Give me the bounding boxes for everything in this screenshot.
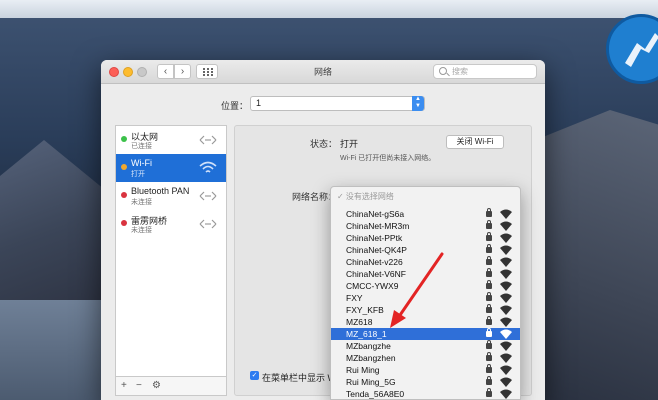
sidebar-item-thunderbolt-bridge[interactable]: 雷雳网桥 未连接	[116, 210, 226, 238]
wifi-signal-icon	[500, 389, 512, 399]
lock-icon	[486, 304, 492, 313]
updown-arrows-icon: ▲ ▼	[412, 96, 424, 111]
wifi-signal-icon	[500, 293, 512, 303]
network-name: MZbangzhe	[346, 341, 391, 351]
lock-icon	[486, 376, 492, 385]
network-item[interactable]: MZbangzhe	[331, 340, 520, 352]
lock-icon	[486, 280, 492, 289]
network-item[interactable]: ChinaNet-PPtk	[331, 232, 520, 244]
network-name: ChinaNet-PPtk	[346, 233, 403, 243]
wifi-signal-icon	[500, 317, 512, 327]
thunderbolt-bridge-icon	[199, 219, 217, 229]
lock-icon	[486, 292, 492, 301]
sidebar-item-bluetooth-pan[interactable]: Bluetooth PAN 未连接	[116, 182, 226, 210]
lock-icon	[486, 316, 492, 325]
network-name: Rui Ming_5G	[346, 377, 396, 387]
network-item[interactable]: Rui Ming	[331, 364, 520, 376]
lock-icon	[486, 340, 492, 349]
bluetooth-pan-icon	[199, 191, 217, 201]
network-item[interactable]: ChinaNet-gS6a	[331, 208, 520, 220]
lock-icon	[486, 268, 492, 277]
network-name: MZbangzhen	[346, 353, 396, 363]
wifi-signal-icon	[500, 257, 512, 267]
service-status: 打开	[131, 171, 145, 178]
show-in-menubar-checkbox[interactable]: ✓	[250, 371, 259, 380]
location-select[interactable]: 1 ▲ ▼	[250, 96, 425, 111]
search-input[interactable]: 搜索	[433, 64, 537, 79]
network-item[interactable]: Rui Ming_5G	[331, 376, 520, 388]
service-status: 已连接	[131, 143, 152, 150]
lock-icon	[486, 364, 492, 373]
lock-icon	[486, 256, 492, 265]
wifi-signal-icon	[500, 341, 512, 351]
network-item[interactable]: MZbangzhen	[331, 352, 520, 364]
desktop-wallpaper-right	[538, 110, 658, 400]
wifi-signal-icon	[500, 233, 512, 243]
network-name: Tenda_56A8E0	[346, 389, 405, 399]
network-name: Rui Ming	[346, 365, 380, 375]
search-icon	[439, 67, 447, 75]
status-dot-icon	[121, 164, 127, 170]
status-dot-icon	[121, 192, 127, 198]
lock-icon	[486, 220, 492, 229]
show-in-menubar-label: 在菜单栏中显示 W	[262, 373, 336, 383]
gear-icon[interactable]: ⚙	[152, 380, 161, 392]
wifi-signal-icon	[500, 365, 512, 375]
status-dot-icon	[121, 136, 127, 142]
wifi-description: Wi-Fi 已打开但尚未接入网络。	[340, 155, 436, 162]
sidebar-item-wifi[interactable]: Wi-Fi 打开	[116, 154, 226, 182]
add-service-button[interactable]: +	[121, 380, 127, 392]
service-list-footer: + − ⚙	[115, 376, 227, 396]
lock-icon	[486, 388, 492, 397]
service-status: 未连接	[131, 227, 152, 234]
wifi-signal-icon	[500, 221, 512, 231]
wifi-signal-icon	[500, 209, 512, 219]
wifi-signal-icon	[500, 269, 512, 279]
network-name: MZ618	[346, 317, 373, 327]
location-value: 1	[256, 98, 262, 108]
status-label: 状态：	[310, 139, 338, 149]
lock-icon	[486, 352, 492, 361]
watermark-logo	[606, 14, 658, 84]
wifi-signal-icon	[500, 305, 512, 315]
service-list: 以太网 已连接 Wi-Fi 打开 Bluetooth PAN 未连接 雷雳网桥 …	[115, 125, 227, 396]
network-name: FXY	[346, 293, 363, 303]
lock-icon	[486, 232, 492, 241]
search-placeholder: 搜索	[452, 67, 468, 76]
service-name: Bluetooth PAN	[131, 186, 190, 196]
titlebar: ‹ › 网络 搜索	[101, 60, 545, 84]
ethernet-icon	[199, 135, 217, 145]
lock-icon	[486, 244, 492, 253]
desktop-top-bar	[0, 0, 658, 18]
annotation-arrow	[390, 252, 444, 328]
no-network-selected-item[interactable]: ✓ 没有选择网络	[337, 191, 394, 202]
status-value: 打开	[340, 139, 359, 149]
network-name: ChinaNet-MR3m	[346, 221, 410, 231]
network-item[interactable]: ChinaNet-MR3m	[331, 220, 520, 232]
network-item[interactable]: Tenda_56A8E0	[331, 388, 520, 399]
desktop-wallpaper-sea	[0, 300, 110, 400]
desktop-wallpaper-left	[0, 140, 110, 320]
status-dot-icon	[121, 220, 127, 226]
service-status: 未连接	[131, 199, 152, 206]
lock-icon	[486, 208, 492, 217]
service-name: Wi-Fi	[131, 158, 152, 168]
wifi-signal-icon	[500, 281, 512, 291]
wifi-signal-icon	[500, 377, 512, 387]
sidebar-item-ethernet[interactable]: 以太网 已连接	[116, 126, 226, 154]
network-name: FXY_KFB	[346, 305, 384, 315]
location-label: 位置：	[221, 101, 249, 111]
lock-icon	[486, 328, 492, 337]
wifi-signal-icon	[500, 353, 512, 363]
turn-off-wifi-button[interactable]: 关闭 Wi-Fi	[446, 135, 504, 149]
wifi-signal-icon	[500, 329, 512, 339]
wifi-icon	[199, 161, 217, 173]
network-name: ChinaNet-gS6a	[346, 209, 405, 219]
wifi-signal-icon	[500, 245, 512, 255]
remove-service-button[interactable]: −	[136, 380, 142, 392]
